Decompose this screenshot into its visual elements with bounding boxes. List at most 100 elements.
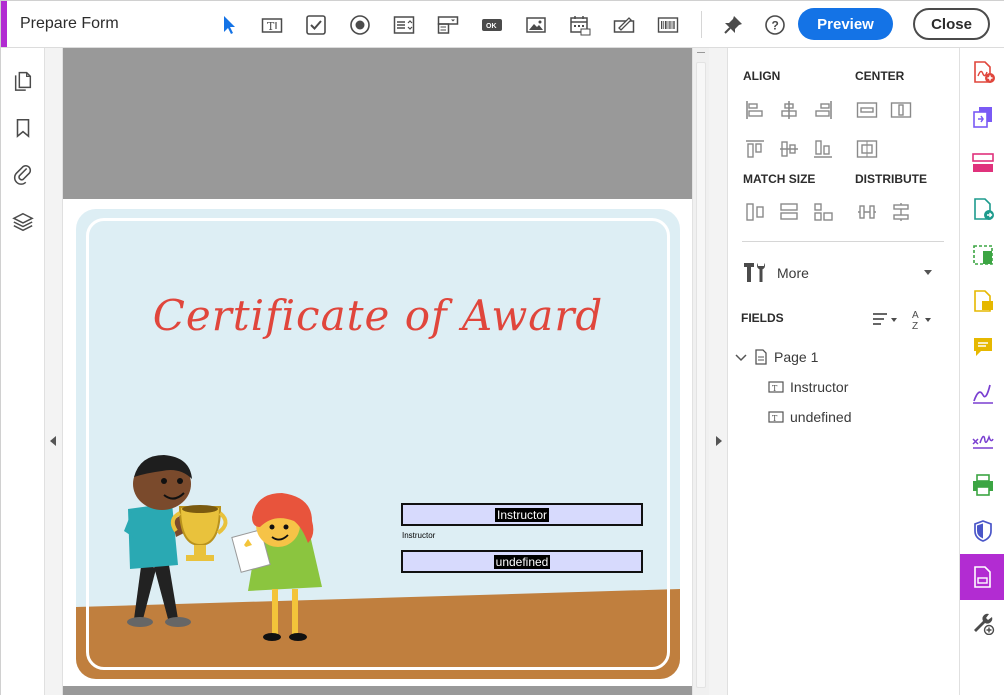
toolbar-separator — [701, 11, 702, 38]
svg-text:?: ? — [772, 19, 779, 33]
pdf-page: Certificate of Award Instructor Instruct… — [63, 199, 692, 686]
sticky-note-icon[interactable] — [971, 335, 995, 359]
align-top-icon[interactable] — [744, 138, 766, 160]
prepare-form-panel: ALIGN CENTER MATCH SIZE DISTRIBUTE More … — [728, 48, 959, 695]
fields-tools: AZ — [870, 306, 940, 330]
edit-pdf-icon[interactable] — [971, 243, 995, 267]
bookmarks-icon[interactable] — [11, 116, 35, 140]
tools-rail — [959, 48, 1004, 695]
align-bottom-icon[interactable] — [812, 138, 834, 160]
svg-text:OK: OK — [486, 23, 497, 30]
tool-title: Prepare Form — [20, 15, 119, 32]
form-field-instructor[interactable]: Instructor — [401, 503, 643, 526]
collapse-right-panel-handle[interactable] — [709, 48, 728, 695]
svg-text:Z: Z — [912, 321, 918, 330]
document-viewport[interactable]: Certificate of Award Instructor Instruct… — [63, 48, 692, 695]
page-icon — [755, 349, 767, 365]
close-button[interactable]: Close — [913, 8, 990, 40]
distribute-label: DISTRIBUTE — [855, 172, 927, 186]
svg-text:T: T — [267, 20, 275, 33]
field-name: undefined — [790, 409, 852, 425]
svg-text:T: T — [772, 384, 778, 393]
fill-sign-icon[interactable] — [971, 381, 995, 405]
field-caption: Instructor — [402, 531, 436, 540]
preview-button[interactable]: Preview — [798, 8, 893, 40]
center-label: CENTER — [855, 69, 905, 83]
tree-field-item[interactable]: T undefined — [768, 407, 852, 427]
match-size-label: MATCH SIZE — [743, 172, 816, 186]
top-toolbar: Prepare Form T OK ? Preview Close — [1, 1, 1004, 48]
text-field-icon: T — [768, 411, 784, 423]
chevron-down-icon[interactable] — [734, 350, 748, 364]
boy-with-trophy — [124, 455, 228, 627]
align-vertical-center-icon[interactable] — [778, 138, 800, 160]
combine-files-icon[interactable] — [971, 105, 995, 129]
checkbox-icon[interactable] — [304, 13, 328, 37]
distribute-horizontal-icon[interactable] — [856, 201, 878, 223]
signature-field-icon[interactable] — [612, 13, 636, 37]
align-left-icon[interactable] — [744, 99, 766, 121]
layers-icon[interactable] — [11, 210, 35, 234]
date-field-icon[interactable] — [568, 13, 592, 37]
dropdown-icon[interactable] — [436, 13, 460, 37]
align-label: ALIGN — [743, 69, 781, 83]
field-value: Instructor — [494, 507, 549, 522]
attachments-icon[interactable] — [11, 162, 35, 186]
create-pdf-icon[interactable] — [971, 60, 995, 84]
accent-strip — [1, 1, 7, 47]
button-icon[interactable]: OK — [480, 13, 504, 37]
scroll-thumb[interactable] — [696, 62, 706, 688]
more-label: More — [777, 265, 809, 281]
svg-text:T: T — [772, 414, 778, 423]
center-both-icon[interactable] — [856, 138, 878, 160]
prepare-form-icon[interactable] — [971, 565, 995, 589]
form-field-undefined[interactable]: undefined — [401, 550, 643, 573]
left-navigation-rail — [1, 48, 45, 695]
fields-label: FIELDS — [741, 311, 784, 325]
svg-text:A: A — [912, 310, 919, 321]
protect-icon[interactable] — [971, 519, 995, 543]
scroll-up-button[interactable] — [697, 52, 705, 60]
chevron-left-icon — [50, 436, 56, 446]
sort-alphabetical-icon[interactable]: AZ — [908, 308, 936, 330]
girl-with-paper — [231, 493, 322, 641]
text-field-icon: T — [768, 381, 784, 393]
chevron-right-icon — [716, 436, 722, 446]
document-scrollbar[interactable] — [692, 48, 709, 695]
tree-page-node[interactable]: Page 1 — [734, 347, 818, 367]
pin-icon[interactable] — [721, 13, 745, 37]
tree-field-item[interactable]: T Instructor — [768, 377, 848, 397]
match-both-icon[interactable] — [812, 201, 834, 223]
organize-pages-icon[interactable] — [971, 151, 995, 175]
children-illustration — [124, 455, 322, 641]
text-field-icon[interactable]: T — [260, 13, 284, 37]
radio-button-icon[interactable] — [348, 13, 372, 37]
request-signature-icon[interactable] — [971, 427, 995, 451]
select-pointer-icon[interactable] — [217, 13, 241, 37]
help-icon[interactable]: ? — [763, 13, 787, 37]
field-value: undefined — [493, 554, 551, 569]
app-window: Prepare Form T OK ? Preview Close Certif… — [0, 0, 1004, 695]
print-production-icon[interactable] — [971, 473, 995, 497]
page-thumbnails-icon[interactable] — [11, 68, 35, 92]
align-horizontal-center-icon[interactable] — [778, 99, 800, 121]
collapse-left-panel-handle[interactable] — [45, 48, 63, 695]
match-width-icon[interactable] — [744, 201, 766, 223]
center-horizontal-icon[interactable] — [856, 99, 878, 121]
image-icon[interactable] — [524, 13, 548, 37]
export-pdf-icon[interactable] — [971, 197, 995, 221]
align-right-icon[interactable] — [812, 99, 834, 121]
certificate: Certificate of Award Instructor Instruct… — [76, 209, 680, 679]
more-dropdown[interactable]: More — [742, 260, 942, 286]
match-height-icon[interactable] — [778, 201, 800, 223]
distribute-vertical-icon[interactable] — [890, 201, 912, 223]
chevron-down-icon — [924, 270, 932, 275]
list-box-icon[interactable] — [392, 13, 416, 37]
more-tools-icon[interactable] — [971, 611, 995, 636]
field-order-icon[interactable] — [870, 308, 898, 330]
center-vertical-icon[interactable] — [890, 99, 912, 121]
tools-icon — [744, 263, 765, 282]
comment-icon[interactable] — [971, 289, 995, 313]
barcode-icon[interactable] — [656, 13, 680, 37]
panel-divider — [742, 241, 944, 242]
